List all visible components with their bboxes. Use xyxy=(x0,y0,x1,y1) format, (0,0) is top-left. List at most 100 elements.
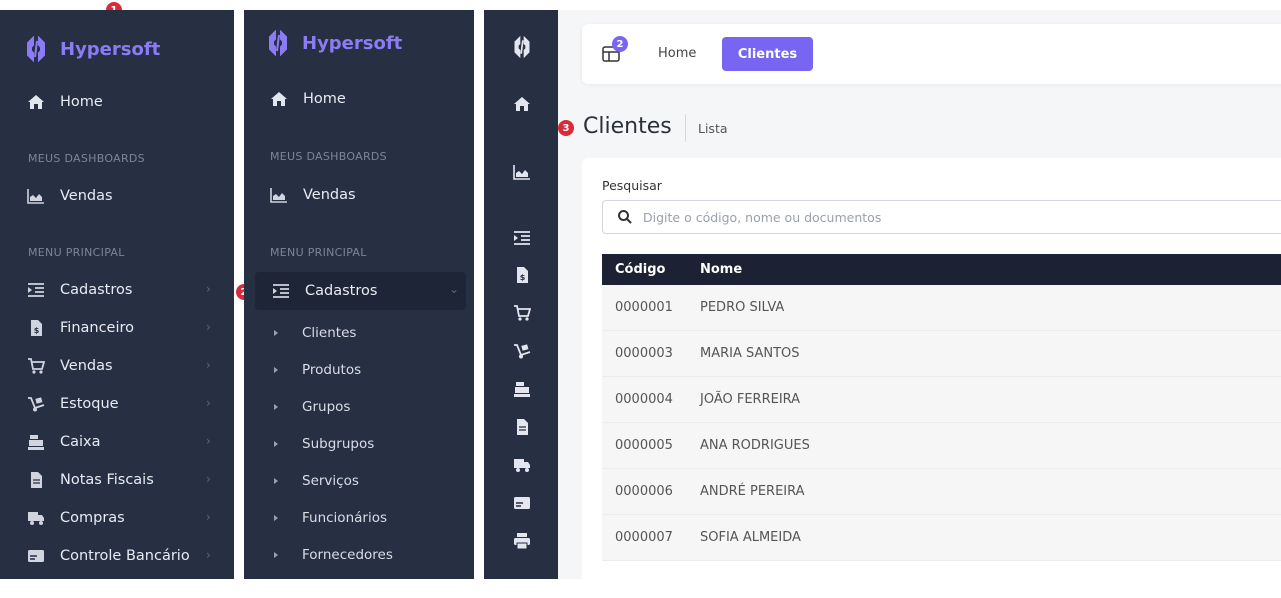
caret-right-icon xyxy=(274,478,278,484)
sidebar-item-label: Cadastros xyxy=(305,283,378,299)
brand[interactable]: Hypersoft xyxy=(24,36,160,62)
submenu-item[interactable]: Serviços xyxy=(274,473,359,489)
dolly-icon xyxy=(26,395,46,413)
search-box[interactable] xyxy=(602,200,1281,234)
svg-text:$: $ xyxy=(34,326,40,335)
table-row[interactable]: 0000001 PEDRO SILVA xyxy=(602,285,1281,331)
table-row[interactable]: 0000005 ANA RODRIGUES xyxy=(602,423,1281,469)
submenu-item[interactable]: Subgrupos xyxy=(274,436,374,452)
chevron-right-icon: › xyxy=(206,472,211,486)
sidebar-item-vendas-dashboard[interactable]: Vendas xyxy=(26,187,113,205)
sidebar-item-label: Compras xyxy=(60,510,125,526)
caret-right-icon xyxy=(274,441,278,447)
cell-codigo: 0000006 xyxy=(615,484,673,499)
list-indent-icon[interactable] xyxy=(512,229,532,247)
sidebar-item-controle-bancário[interactable]: Controle Bancário xyxy=(26,547,190,565)
layout-badge: 2 xyxy=(612,36,628,52)
logo-icon[interactable] xyxy=(512,35,532,59)
sidebar-item-compras[interactable]: Compras xyxy=(26,509,125,527)
sidebar-item-label: Controle Bancário xyxy=(60,548,190,564)
truck-icon xyxy=(26,509,46,527)
breadcrumb-home[interactable]: Home xyxy=(658,46,696,61)
chevron-down-icon: ⌄ xyxy=(449,282,460,296)
caret-right-icon xyxy=(274,515,278,521)
sidebar-item-label: Vendas xyxy=(303,187,356,203)
submenu-item[interactable]: Grupos xyxy=(274,399,350,415)
cash-register-icon[interactable] xyxy=(512,380,532,398)
brand[interactable]: Hypersoft xyxy=(266,30,402,56)
column-header-nome[interactable]: Nome xyxy=(700,262,742,277)
sidebar-item-financeiro[interactable]: $ Financeiro xyxy=(26,319,134,337)
chevron-right-icon: › xyxy=(206,396,211,410)
cell-codigo: 0000001 xyxy=(615,300,673,315)
annotation-badge-3: 3 xyxy=(558,120,574,136)
section-title-menu: MENU PRINCIPAL xyxy=(28,246,125,259)
search-icon xyxy=(618,210,632,224)
sidebar-item-notas-fiscais[interactable]: Notas Fiscais xyxy=(26,471,154,489)
dolly-icon[interactable] xyxy=(512,342,532,360)
page-subtitle: Lista xyxy=(698,121,728,136)
home-icon xyxy=(26,93,46,111)
cash-register-icon xyxy=(26,433,46,451)
cell-nome: JOÃO FERREIRA xyxy=(700,392,801,407)
truck-icon[interactable] xyxy=(512,456,532,474)
cell-nome: ANA RODRIGUES xyxy=(700,438,810,453)
area-chart-icon xyxy=(26,187,46,205)
file-icon xyxy=(26,471,46,489)
logo-icon xyxy=(27,36,45,62)
submenu-item[interactable]: Funcionários xyxy=(274,510,387,526)
chevron-right-icon: › xyxy=(206,320,211,334)
breadcrumb-clientes-button[interactable]: Clientes xyxy=(722,37,813,71)
list-indent-icon xyxy=(26,281,46,299)
card-icon[interactable] xyxy=(512,494,532,512)
submenu-item-label: Clientes xyxy=(302,325,357,341)
cart-icon xyxy=(26,357,46,375)
breadcrumb-bar: 2 Home Clientes xyxy=(582,24,1281,84)
sidebar-item-home[interactable]: Home xyxy=(26,93,103,111)
svg-text:$: $ xyxy=(520,273,526,282)
caret-right-icon xyxy=(274,330,278,336)
submenu-item[interactable]: Produtos xyxy=(274,362,361,378)
sidebar-item-vendas[interactable]: Vendas xyxy=(26,357,113,375)
submenu-item-label: Serviços xyxy=(302,473,359,489)
sidebar-collapsed: $ xyxy=(484,10,558,579)
brand-name: Hypersoft xyxy=(60,38,161,60)
chevron-right-icon: › xyxy=(206,358,211,372)
invoice-dollar-icon: $ xyxy=(26,319,46,337)
table-row[interactable]: 0000004 JOÃO FERREIRA xyxy=(602,377,1281,423)
file-icon[interactable] xyxy=(512,418,532,436)
cell-codigo: 0000003 xyxy=(615,346,673,361)
table-row[interactable]: 0000007 SOFIA ALMEIDA xyxy=(602,515,1281,561)
sidebar-item-cadastros[interactable]: Cadastros xyxy=(26,281,132,299)
sidebar-item-cadastros-active[interactable]: Cadastros ⌄ xyxy=(255,272,466,310)
cell-codigo: 0000007 xyxy=(615,530,673,545)
cell-codigo: 0000005 xyxy=(615,438,673,453)
sidebar-item-label: Home xyxy=(303,91,346,107)
chevron-right-icon: › xyxy=(206,548,211,562)
printer-icon[interactable] xyxy=(512,532,532,550)
cell-nome: ANDRÉ PEREIRA xyxy=(700,484,805,499)
sidebar-item-vendas-dashboard[interactable]: Vendas xyxy=(269,186,356,204)
chevron-right-icon: › xyxy=(206,434,211,448)
brand-name: Hypersoft xyxy=(302,32,403,54)
table-row[interactable]: 0000003 MARIA SANTOS xyxy=(602,331,1281,377)
cart-icon[interactable] xyxy=(512,304,532,322)
submenu-item[interactable]: Fornecedores xyxy=(274,547,393,563)
area-chart-icon xyxy=(269,186,289,204)
column-header-codigo[interactable]: Código xyxy=(615,262,665,277)
sidebar-item-home[interactable]: Home xyxy=(269,90,346,108)
section-title-dashboards: MEUS DASHBOARDS xyxy=(270,150,387,163)
invoice-dollar-icon[interactable]: $ xyxy=(512,266,532,284)
search-input[interactable] xyxy=(643,209,1243,225)
caret-right-icon xyxy=(274,552,278,558)
area-chart-icon[interactable] xyxy=(512,163,532,181)
table-row[interactable]: 0000006 ANDRÉ PEREIRA xyxy=(602,469,1281,515)
home-icon[interactable] xyxy=(512,95,532,113)
submenu-item[interactable]: Clientes xyxy=(274,325,356,341)
sidebar-item-label: Vendas xyxy=(60,358,113,374)
page-title: Clientes xyxy=(583,114,672,139)
section-title-dashboards: MEUS DASHBOARDS xyxy=(28,152,145,165)
sidebar-item-estoque[interactable]: Estoque xyxy=(26,395,119,413)
sidebar-item-label: Caixa xyxy=(60,434,101,450)
sidebar-item-caixa[interactable]: Caixa xyxy=(26,433,101,451)
